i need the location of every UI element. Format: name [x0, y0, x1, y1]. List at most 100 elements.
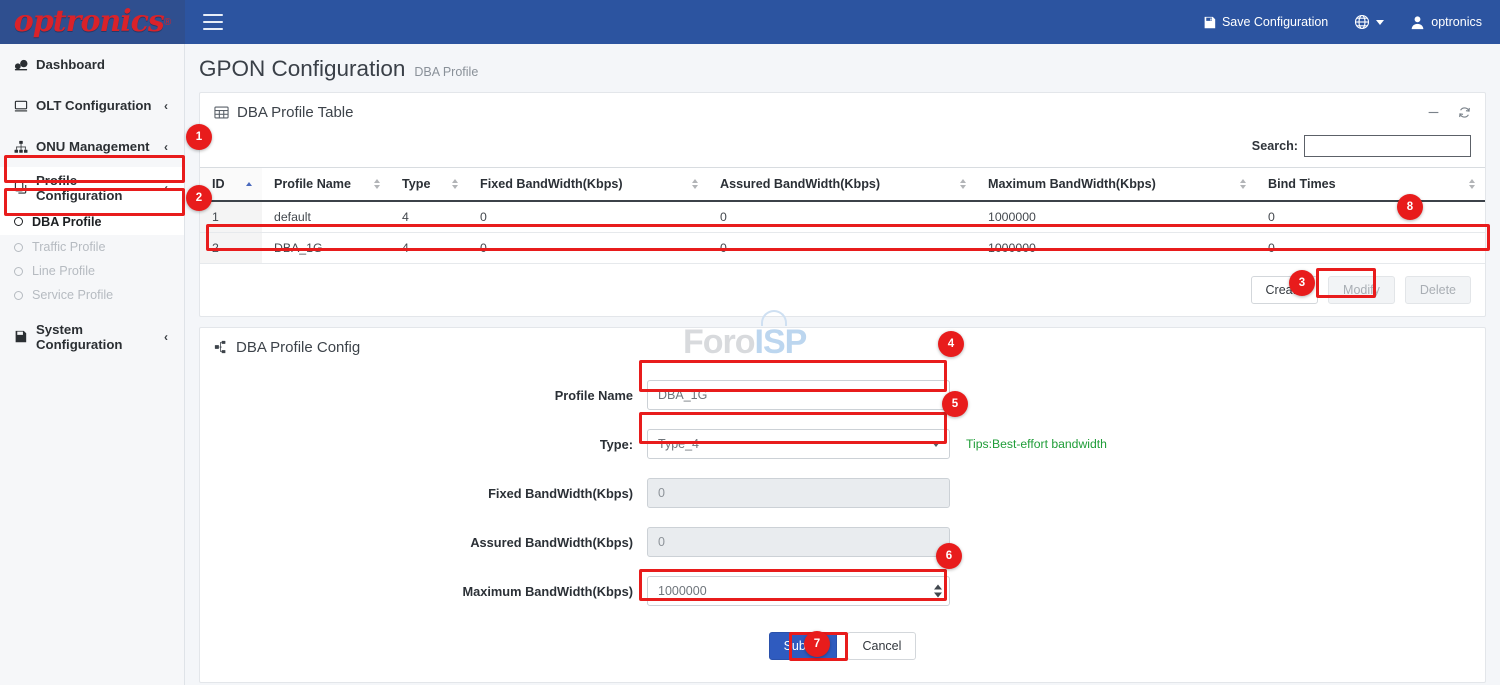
table-body: 1 default 4 0 0 1000000 0 2 DBA_1G 4 0 0	[200, 201, 1485, 264]
table-header-row: ID Profile Name Type Fixed BandWidt	[200, 168, 1485, 202]
modify-button[interactable]: Modify	[1328, 276, 1395, 304]
sidebar-item-dashboard[interactable]: Dashboard	[0, 44, 184, 85]
cell-type: 4	[390, 233, 468, 264]
fixed-bandwidth-label: Fixed BandWidth(Kbps)	[200, 486, 647, 501]
cell-id: 2	[200, 233, 262, 264]
fixed-bandwidth-input	[647, 478, 950, 508]
dba-profile-table: ID Profile Name Type Fixed BandWidt	[200, 167, 1485, 264]
cell-assured-bandwidth: 0	[708, 233, 976, 264]
fixed-bandwidth-field-wrap	[647, 478, 950, 508]
main-content: GPON Configuration DBA Profile DBA Profi…	[185, 44, 1500, 685]
table-card-title: DBA Profile Table	[237, 104, 353, 121]
hamburger-icon[interactable]	[203, 14, 223, 30]
column-header-profile-name[interactable]: Profile Name	[262, 168, 390, 202]
top-navbar: optronics® Save Configuration	[0, 0, 1500, 44]
column-label: Fixed BandWidth(Kbps)	[480, 177, 623, 191]
form-body: Profile Name Type: Tips:Best-effort band…	[200, 366, 1485, 682]
sidebar-item-traffic-profile[interactable]: Traffic Profile	[0, 235, 184, 259]
column-label: ID	[212, 177, 225, 191]
annotation-badge-8: 8	[1397, 194, 1423, 220]
circle-icon	[14, 267, 23, 276]
maximum-bandwidth-label: Maximum BandWidth(Kbps)	[200, 584, 647, 599]
sort-icon	[374, 179, 380, 189]
type-select[interactable]	[647, 429, 950, 459]
globe-icon	[1354, 14, 1370, 30]
table-card-header: DBA Profile Table	[200, 93, 1485, 131]
monitor-icon	[14, 99, 36, 113]
maximum-bandwidth-input[interactable]	[647, 576, 950, 606]
annotation-badge-1: 1	[186, 124, 212, 150]
maximum-bandwidth-field-wrap	[647, 576, 950, 606]
column-header-fixed-bandwidth[interactable]: Fixed BandWidth(Kbps)	[468, 168, 708, 202]
brand-logo[interactable]: optronics®	[0, 0, 185, 44]
sidebar-item-dba-profile[interactable]: DBA Profile	[0, 208, 184, 235]
column-header-assured-bandwidth[interactable]: Assured BandWidth(Kbps)	[708, 168, 976, 202]
column-header-type[interactable]: Type	[390, 168, 468, 202]
language-selector[interactable]	[1354, 14, 1384, 30]
cell-assured-bandwidth: 0	[708, 201, 976, 233]
annotation-badge-6: 6	[936, 543, 962, 569]
cell-bind-times: 0	[1256, 233, 1485, 264]
sidebar-item-label: ONU Management	[36, 139, 164, 154]
minus-icon[interactable]	[1427, 106, 1440, 119]
cell-maximum-bandwidth: 1000000	[976, 201, 1256, 233]
sidebar-item-olt-configuration[interactable]: OLT Configuration ‹	[0, 85, 184, 126]
sort-icon	[452, 179, 458, 189]
sidebar-item-line-profile[interactable]: Line Profile	[0, 259, 184, 283]
sidebar-subitem-label: DBA Profile	[32, 215, 102, 229]
dashboard-icon	[14, 58, 36, 72]
card-tools	[1427, 106, 1471, 119]
sort-icon	[692, 179, 698, 189]
sidebar-chevron: ‹	[164, 140, 168, 154]
application-root: optronics® Save Configuration	[0, 0, 1500, 685]
page-title: GPON Configuration	[199, 56, 405, 82]
sidebar-item-label: OLT Configuration	[36, 98, 164, 113]
sort-icon	[1469, 179, 1475, 189]
brand-logo-text: optronics	[14, 7, 164, 37]
assured-bandwidth-input	[647, 527, 950, 557]
type-tip-text: Tips:Best-effort bandwidth	[966, 437, 1107, 451]
annotation-badge-5: 5	[942, 391, 968, 417]
save-configuration-button[interactable]: Save Configuration	[1203, 15, 1328, 29]
sidebar-chevron: ‹	[164, 181, 168, 195]
type-select-wrap	[647, 429, 950, 459]
sidebar-item-system-configuration[interactable]: System Configuration ‹	[0, 316, 184, 357]
profile-name-field-wrap	[647, 380, 950, 410]
column-label: Type	[402, 177, 430, 191]
profile-name-label: Profile Name	[200, 388, 647, 403]
sidebar-subitem-label: Line Profile	[32, 264, 95, 278]
annotation-badge-7: 7	[804, 631, 830, 657]
form-card-title: DBA Profile Config	[236, 339, 360, 356]
form-row-assured-bandwidth: Assured BandWidth(Kbps)	[200, 527, 1485, 557]
annotation-badge-2: 2	[186, 185, 212, 211]
form-action-buttons: Submit Cancel	[200, 632, 1485, 660]
column-label: Assured BandWidth(Kbps)	[720, 177, 880, 191]
search-label: Search:	[1252, 139, 1298, 153]
table-icon	[214, 105, 229, 120]
column-label: Bind Times	[1268, 177, 1336, 191]
sidebar-item-onu-management[interactable]: ONU Management ‹	[0, 126, 184, 167]
breadcrumb: DBA Profile	[414, 65, 478, 79]
sidebar-item-service-profile[interactable]: Service Profile	[0, 283, 184, 307]
table-row[interactable]: 2 DBA_1G 4 0 0 1000000 0	[200, 233, 1485, 264]
column-header-maximum-bandwidth[interactable]: Maximum BandWidth(Kbps)	[976, 168, 1256, 202]
form-row-profile-name: Profile Name	[200, 380, 1485, 410]
save-icon	[14, 330, 36, 343]
column-header-bind-times[interactable]: Bind Times	[1256, 168, 1485, 202]
page-header: GPON Configuration DBA Profile	[185, 44, 1500, 92]
search-input[interactable]	[1304, 135, 1471, 157]
profile-name-input[interactable]	[647, 380, 950, 410]
annotation-badge-3: 3	[1289, 270, 1315, 296]
circle-icon	[14, 217, 23, 226]
sidebar-item-label: System Configuration	[36, 322, 164, 352]
sort-icon	[960, 179, 966, 189]
dba-profile-config-card: DBA Profile Config Profile Name Type:	[199, 327, 1486, 683]
sidebar-item-profile-configuration[interactable]: Profile Configuration ‹	[0, 167, 184, 208]
user-menu[interactable]: optronics	[1410, 15, 1482, 30]
refresh-icon[interactable]	[1458, 106, 1471, 119]
table-row[interactable]: 1 default 4 0 0 1000000 0	[200, 201, 1485, 233]
delete-button[interactable]: Delete	[1405, 276, 1471, 304]
assured-bandwidth-field-wrap	[647, 527, 950, 557]
sidebar-navigation: Dashboard OLT Configuration ‹	[0, 44, 185, 685]
cancel-button[interactable]: Cancel	[847, 632, 916, 660]
